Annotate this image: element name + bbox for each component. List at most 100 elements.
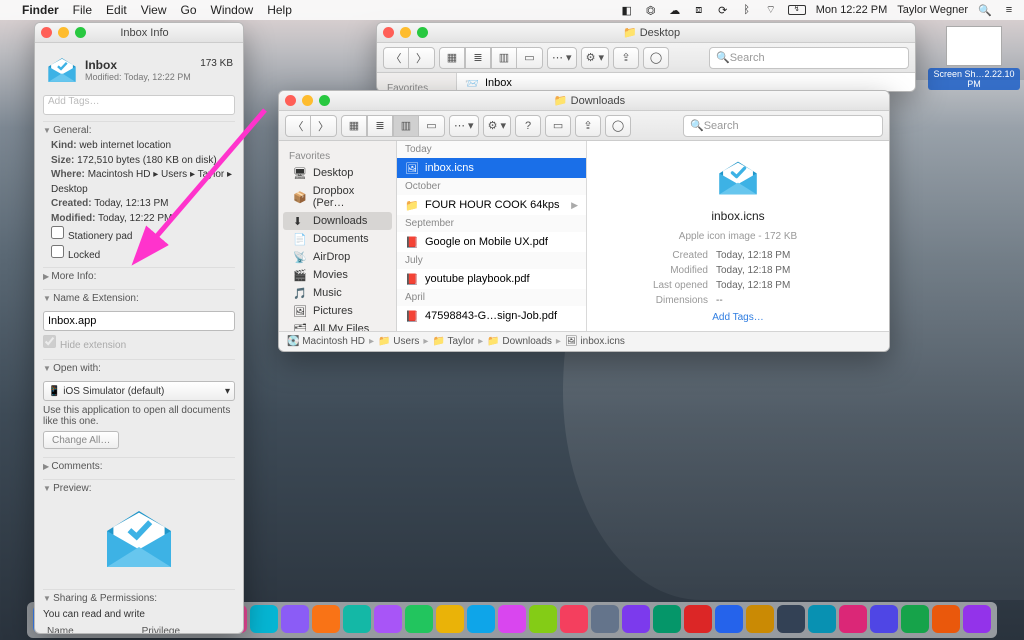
status-icon[interactable]: ◧ [620,3,634,17]
path-segment[interactable]: 📁 Downloads [487,336,552,347]
dock-item[interactable] [467,605,495,633]
action-button[interactable]: ⚙ ▾ [483,115,511,137]
path-segment[interactable]: 💽 Macintosh HD [287,336,365,347]
menu-view[interactable]: View [141,3,167,17]
sidebar-item[interactable]: 🖥Desktop [283,164,392,182]
section-more-info[interactable]: More Info: [43,267,235,285]
locked-checkbox[interactable] [51,245,64,258]
path-segment[interactable]: 📁 Users [378,336,419,347]
dock-item[interactable] [281,605,309,633]
file-row[interactable]: 📨Inbox [457,73,915,91]
sidebar-item[interactable]: 📡AirDrop [283,248,392,266]
menu-go[interactable]: Go [181,3,197,17]
dock-item[interactable] [808,605,836,633]
menu-window[interactable]: Window [211,3,254,17]
tags-button[interactable]: ◯ [605,115,631,137]
dock-item[interactable] [684,605,712,633]
dock-item[interactable] [746,605,774,633]
menubar-user[interactable]: Taylor Wegner [897,4,968,16]
menubar-clock[interactable]: Mon 12:22 PM [816,4,888,16]
share-button[interactable]: ⇪ [613,47,639,69]
sync-icon[interactable]: ⟳ [716,3,730,17]
sidebar-item[interactable]: 📄Documents [283,230,392,248]
titlebar[interactable]: 📁 Downloads [279,91,889,111]
path-segment[interactable]: 🖼 inbox.icns [565,336,625,347]
dock-item[interactable] [963,605,991,633]
change-all-button[interactable]: Change All… [43,431,119,449]
battery-icon[interactable]: ↯ [788,5,806,15]
add-tags-link[interactable]: Add Tags… [712,312,764,323]
close-button[interactable] [285,95,296,106]
dock-item[interactable] [932,605,960,633]
titlebar[interactable]: Inbox Info [35,23,243,43]
name-extension-input[interactable] [43,311,235,331]
app-menu[interactable]: Finder [22,3,59,17]
back-button[interactable]: 〈 [285,115,311,137]
bluetooth-icon[interactable]: ᛒ [740,3,754,17]
file-row[interactable]: 📕Google on Mobile UX.pdf [397,232,586,252]
sidebar-item[interactable]: ⬇Downloads [283,212,392,230]
menu-edit[interactable]: Edit [106,3,127,17]
tags-field[interactable]: Add Tags… [43,95,235,115]
search-field[interactable]: 🔍 Search [709,47,909,69]
view-columns-button[interactable]: ▥ [491,47,517,69]
sidebar-item[interactable]: 🗂All My Files [283,320,392,331]
dock-item[interactable] [870,605,898,633]
dock-item[interactable] [560,605,588,633]
sidebar-item[interactable]: 🎵Music [283,284,392,302]
view-gallery-button[interactable]: ▭ [517,47,543,69]
dock-item[interactable] [498,605,526,633]
desktop-file[interactable]: Screen Sh…2.22.10 PM [928,26,1020,90]
status-icon[interactable]: ⏣ [644,3,658,17]
sidebar-item[interactable]: 📦Dropbox (Per… [283,182,392,212]
view-columns-button[interactable]: ▥ [393,115,419,137]
menu-file[interactable]: File [73,3,92,17]
section-name-ext[interactable]: Name & Extension: [43,289,235,307]
path-button[interactable]: ▭ [545,115,571,137]
path-segment[interactable]: 📁 Taylor [432,336,474,347]
cloud-icon[interactable]: ☁ [668,3,682,17]
dock-item[interactable] [591,605,619,633]
dock-item[interactable] [405,605,433,633]
dock-item[interactable] [250,605,278,633]
file-row[interactable]: 📁FOUR HOUR COOK 64kps▶ [397,195,586,215]
tags-button[interactable]: ◯ [643,47,669,69]
action-button[interactable]: ⚙ ▾ [581,47,609,69]
dock-item[interactable] [343,605,371,633]
view-list-button[interactable]: ≣ [465,47,491,69]
spotlight-icon[interactable]: 🔍 [978,3,992,17]
arrange-button[interactable]: ⋯ ▾ [449,115,479,137]
dock-item[interactable] [653,605,681,633]
dock-item[interactable] [622,605,650,633]
dock-item[interactable] [312,605,340,633]
forward-button[interactable]: 〉 [409,47,435,69]
file-row[interactable]: 🖼inbox.icns [397,158,586,178]
dock-item[interactable] [436,605,464,633]
arrange-button[interactable]: ⋯ ▾ [547,47,577,69]
dock-item[interactable] [901,605,929,633]
dock-item[interactable] [374,605,402,633]
stationery-checkbox[interactable] [51,226,64,239]
section-open-with[interactable]: Open with: [43,359,235,377]
view-list-button[interactable]: ≣ [367,115,393,137]
close-button[interactable] [41,27,52,38]
view-icons-button[interactable]: ▦ [341,115,367,137]
section-general[interactable]: General: [43,121,235,139]
dock-item[interactable] [839,605,867,633]
close-button[interactable] [383,27,394,38]
section-sharing[interactable]: Sharing & Permissions: [43,589,235,607]
path-bar[interactable]: 💽 Macintosh HD▸📁 Users▸📁 Taylor▸📁 Downlo… [279,331,889,351]
dock-item[interactable] [777,605,805,633]
wifi-icon[interactable]: ⌔ [764,3,778,17]
share-button[interactable]: ⇪ [575,115,601,137]
dock-item[interactable] [529,605,557,633]
help-button[interactable]: ? [515,115,541,137]
view-gallery-button[interactable]: ▭ [419,115,445,137]
menu-help[interactable]: Help [267,3,292,17]
search-field[interactable]: 🔍 Search [683,115,883,137]
dropbox-icon[interactable]: ⧈ [692,3,706,17]
file-row[interactable]: 📕youtube playbook.pdf [397,269,586,289]
file-row[interactable]: 📕47598843-G…sign-Job.pdf [397,306,586,326]
sidebar-item[interactable]: 🎬Movies [283,266,392,284]
titlebar[interactable]: 📁 Desktop [377,23,915,43]
